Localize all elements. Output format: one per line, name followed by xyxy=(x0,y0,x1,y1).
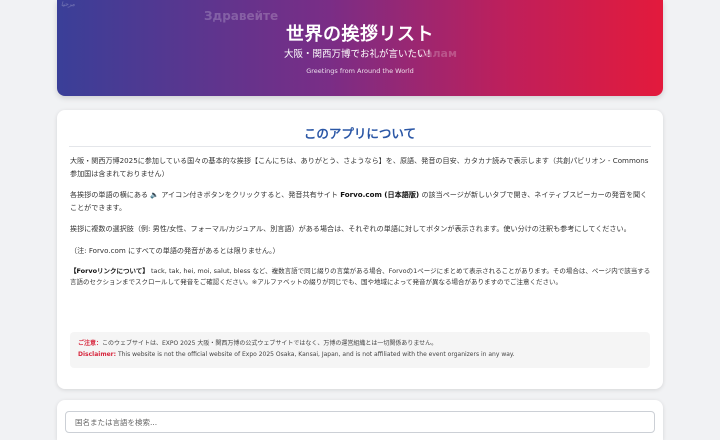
about-text: アイコン付きボタンをクリックすると、発音共有サイト xyxy=(161,190,338,199)
disclaimer-box: ご注意：このウェブサイトは、EXPO 2025 大阪・関西万博の公式ウェブサイト… xyxy=(70,332,650,368)
divider xyxy=(69,146,651,147)
about-paragraph: 各挨拶の単語の横にある 🔈 アイコン付きボタンをクリックすると、発音共有サイト … xyxy=(70,189,651,214)
search-input[interactable] xyxy=(65,411,655,433)
disclaimer-ja-text: このウェブサイトは、EXPO 2025 大阪・関西万博の公式ウェブサイトではなく… xyxy=(102,340,438,347)
about-note: （注: Forvo.com にすべての単語の発音があるとは限りません。） xyxy=(70,245,280,255)
forvo-link-text: tack, tak, hei, moi, salut, bless など、複数言… xyxy=(70,267,651,286)
about-body: 大阪・関西万博2025に参加している国々の基本的な挨拶【こんにちは、ありがとう、… xyxy=(70,155,651,296)
disclaimer-en: Disclaimer: This website is not the offi… xyxy=(78,350,642,361)
page-subtitle-english: Greetings from Around the World xyxy=(306,67,414,75)
page-subtitle: 大阪・関西万博でお礼が言いたい！ xyxy=(283,49,436,60)
about-title: このアプリについて xyxy=(303,126,417,141)
disclaimer-ja-label: ご注意： xyxy=(78,340,103,347)
search-card xyxy=(57,400,663,440)
page-title: 世界の挨拶リスト xyxy=(286,24,434,45)
about-paragraph: 大阪・関西万博2025に参加している国々の基本的な挨拶【こんにちは、ありがとう、… xyxy=(70,156,649,178)
speaker-icon: 🔈 xyxy=(150,191,160,199)
forvo-site-name: Forvo.com (日本語版) xyxy=(340,190,420,199)
forvo-link-label: 【Forvoリンクについて】 xyxy=(70,267,149,275)
about-text: 各挨拶の単語の横にある xyxy=(70,190,149,199)
disclaimer-en-text: This website is not the official website… xyxy=(117,350,515,358)
header-banner: مرحبا Здравейте Салам 世界の挨拶リスト 大阪・関西万博でお… xyxy=(57,0,663,96)
disclaimer-ja: ご注意：このウェブサイトは、EXPO 2025 大阪・関西万博の公式ウェブサイト… xyxy=(78,339,642,350)
disclaimer-en-label: Disclaimer: xyxy=(78,350,117,358)
forvo-link-note: 【Forvoリンクについて】 tack, tak, hei, moi, salu… xyxy=(70,266,651,287)
about-card: このアプリについて 大阪・関西万博2025に参加している国々の基本的な挨拶【こん… xyxy=(57,110,663,389)
about-paragraph: 挨拶に複数の選択肢（例: 男性/女性、フォーマル/カジュアル、別言語）がある場合… xyxy=(70,224,631,233)
background-greeting: مرحبا xyxy=(61,1,75,8)
